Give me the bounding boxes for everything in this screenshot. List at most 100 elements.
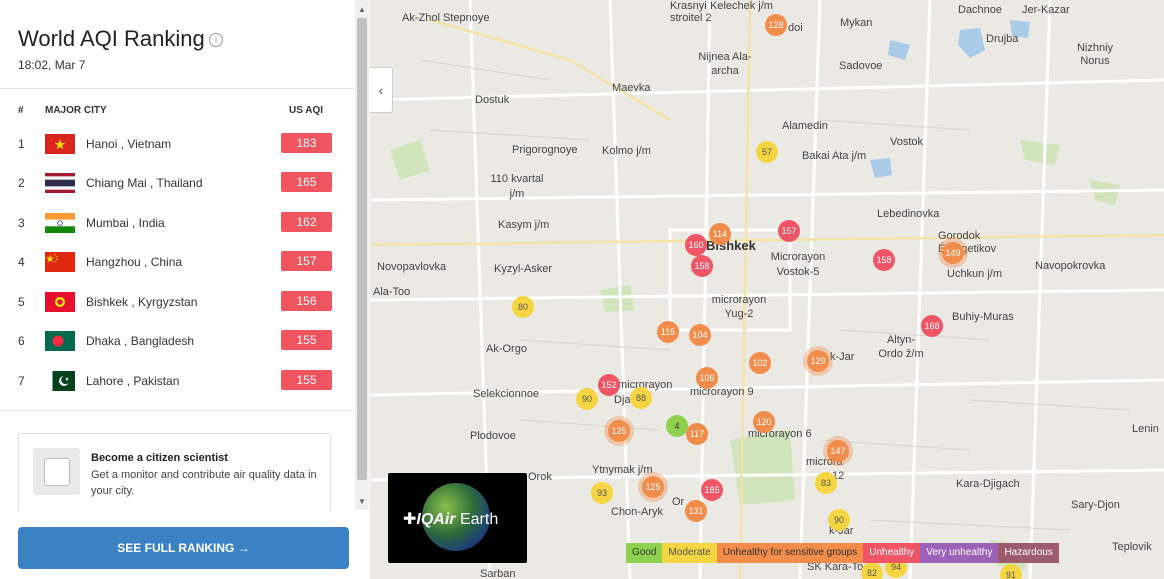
aqi-legend: Good Moderate Unhealthy for sensitive gr… (626, 543, 1059, 563)
aqi-station-marker[interactable]: 104 (689, 324, 711, 346)
aqi-station-marker[interactable]: 149 (942, 242, 964, 264)
aqi-station-marker[interactable]: 129 (807, 350, 829, 372)
citizen-description: Get a monitor and contribute air quality… (91, 469, 317, 497)
legend-unhealthy-sensitive: Unhealthy for sensitive groups (716, 543, 864, 563)
map-place-label: Kara-Djigach (956, 478, 1020, 490)
scrollbar-thumb[interactable] (357, 18, 367, 480)
scroll-down-icon[interactable]: ▼ (358, 498, 366, 506)
info-icon[interactable]: i (209, 33, 223, 47)
map-place-label: Maevka (612, 82, 651, 94)
aqi-station-marker[interactable]: 158 (691, 255, 713, 277)
aqi-station-marker[interactable]: 91 (1000, 564, 1022, 579)
aqi-station-marker[interactable]: 83 (815, 472, 837, 494)
aqi-station-marker[interactable]: 102 (749, 352, 771, 374)
rank-number: 7 (18, 374, 25, 388)
aqi-station-marker[interactable]: 106 (696, 367, 718, 389)
city-name: Mumbai , India (86, 216, 165, 230)
aqi-station-marker[interactable]: 88 (630, 387, 652, 409)
panel-scrollbar[interactable]: ▲ ▼ (355, 0, 369, 510)
map-place-label: Nizhniy Norus (1076, 42, 1114, 67)
map-place-label: microrayon 9 (690, 386, 754, 398)
map-place-label: Sadovoe (839, 60, 883, 72)
aqi-station-marker[interactable]: 128 (765, 14, 787, 36)
aqi-badge: 155 (281, 370, 332, 390)
aqi-station-marker[interactable]: 160 (685, 234, 707, 256)
citizen-scientist-card[interactable]: Become a citizen scientist Get a monitor… (18, 433, 331, 510)
ranking-scroll-area: World AQI Ranking i 18:02, Mar 7 # MAJOR… (0, 0, 355, 510)
ranking-row[interactable]: 5 Bishkek , Kyrgyzstan 156 (0, 287, 355, 317)
map-place-label: Chon-Aryk (611, 506, 663, 518)
aqi-station-marker[interactable]: 80 (512, 296, 534, 318)
kyrgyzstan-flag-icon (45, 292, 75, 312)
ranking-row[interactable]: 1 Hanoi , Vietnam 183 (0, 129, 355, 159)
divider (0, 88, 355, 89)
map-place-label: 110 kvartal j/m (490, 173, 544, 200)
aqi-station-marker[interactable]: 131 (685, 500, 707, 522)
header-aqi: US AQI (289, 105, 324, 116)
city-name: Hanoi , Vietnam (86, 137, 172, 151)
map-place-label: Sary-Djon (1071, 499, 1120, 511)
ranking-row[interactable]: 4 Hangzhou , China 157 (0, 247, 355, 277)
citizen-title: Become a citizen scientist (91, 452, 228, 464)
aqi-station-marker[interactable]: 185 (701, 479, 723, 501)
ranking-row[interactable]: 7 Lahore , Pakistan 155 (0, 366, 355, 396)
rank-number: 3 (18, 216, 25, 230)
aqi-station-marker[interactable]: 125 (642, 476, 664, 498)
aqi-station-marker[interactable]: 115 (657, 321, 679, 343)
aqi-station-marker[interactable]: 120 (753, 411, 775, 433)
aqi-station-marker[interactable]: 57 (756, 141, 778, 163)
timestamp: 18:02, Mar 7 (18, 58, 86, 72)
ranking-row[interactable]: 2 Chiang Mai , Thailand 165 (0, 168, 355, 198)
map-place-label: Microrayon Vostok-5 (770, 251, 826, 278)
city-name: Bishkek , Kyrgyzstan (86, 295, 198, 309)
aqi-station-marker[interactable]: 4 (666, 415, 688, 437)
aqi-station-marker[interactable]: 158 (873, 249, 895, 271)
legend-unhealthy: Unhealthy (863, 543, 921, 563)
aqi-station-marker[interactable]: 168 (921, 315, 943, 337)
collapse-panel-button[interactable]: ‹ (370, 67, 393, 113)
aqi-station-marker[interactable]: 147 (827, 440, 849, 462)
map-place-label: Uchkun j/m (947, 268, 1003, 280)
aqi-station-marker[interactable]: 117 (686, 423, 708, 445)
aqi-station-marker[interactable]: 90 (828, 509, 850, 531)
thailand-flag-icon (45, 173, 75, 193)
see-full-ranking-button[interactable]: SEE FULL RANKING → (18, 527, 349, 569)
aqi-station-marker[interactable]: 114 (709, 223, 731, 245)
iqair-earth-widget[interactable]: ✚IQAir Earth (388, 473, 527, 563)
ranking-row[interactable]: 3 Mumbai , India 162 (0, 208, 355, 238)
legend-hazardous: Hazardous (998, 543, 1059, 563)
aqi-station-marker[interactable]: 152 (598, 374, 620, 396)
aqi-station-marker[interactable]: 125 (608, 420, 630, 442)
map-place-label: Ytnymak j/m (592, 464, 653, 476)
map-place-label: Selekcionnoe (473, 388, 540, 400)
iqair-earth-logo: ✚IQAir Earth (403, 509, 498, 529)
china-flag-icon (45, 252, 75, 272)
aqi-station-marker[interactable]: 157 (778, 220, 800, 242)
ranking-row[interactable]: 6 Dhaka , Bangladesh 155 (0, 326, 355, 356)
map-place-label: Kelechek j/m (710, 0, 773, 12)
rank-number: 5 (18, 295, 25, 309)
legend-very-unhealthy: Very unhealthy (920, 543, 999, 563)
scroll-up-icon[interactable]: ▲ (358, 6, 366, 14)
map-place-label: k-Jar (830, 351, 855, 363)
bangladesh-flag-icon (45, 331, 75, 351)
rank-number: 4 (18, 255, 25, 269)
header-city: MAJOR CITY (45, 105, 107, 116)
map-place-label: Teplovik (1112, 541, 1152, 553)
aqi-badge: 157 (281, 251, 332, 271)
rank-number: 2 (18, 176, 25, 190)
aqi-station-marker[interactable]: 93 (591, 482, 613, 504)
pakistan-flag-icon (45, 371, 75, 391)
india-flag-icon (45, 213, 75, 233)
map-place-label: Orok (528, 471, 552, 483)
aqi-station-marker[interactable]: 90 (576, 388, 598, 410)
brand-name: IQAir (416, 511, 456, 528)
rank-number: 1 (18, 137, 25, 151)
map-place-label: Alamedin (782, 120, 828, 132)
vietnam-flag-icon (45, 134, 75, 154)
map-place-label: Ak-Zhol Stepnoye (402, 12, 490, 24)
aqi-badge: 155 (281, 330, 332, 350)
aqi-badge: 162 (281, 212, 332, 232)
aqi-station-marker[interactable]: 82 (861, 562, 883, 579)
map-place-label: Or (672, 496, 685, 508)
